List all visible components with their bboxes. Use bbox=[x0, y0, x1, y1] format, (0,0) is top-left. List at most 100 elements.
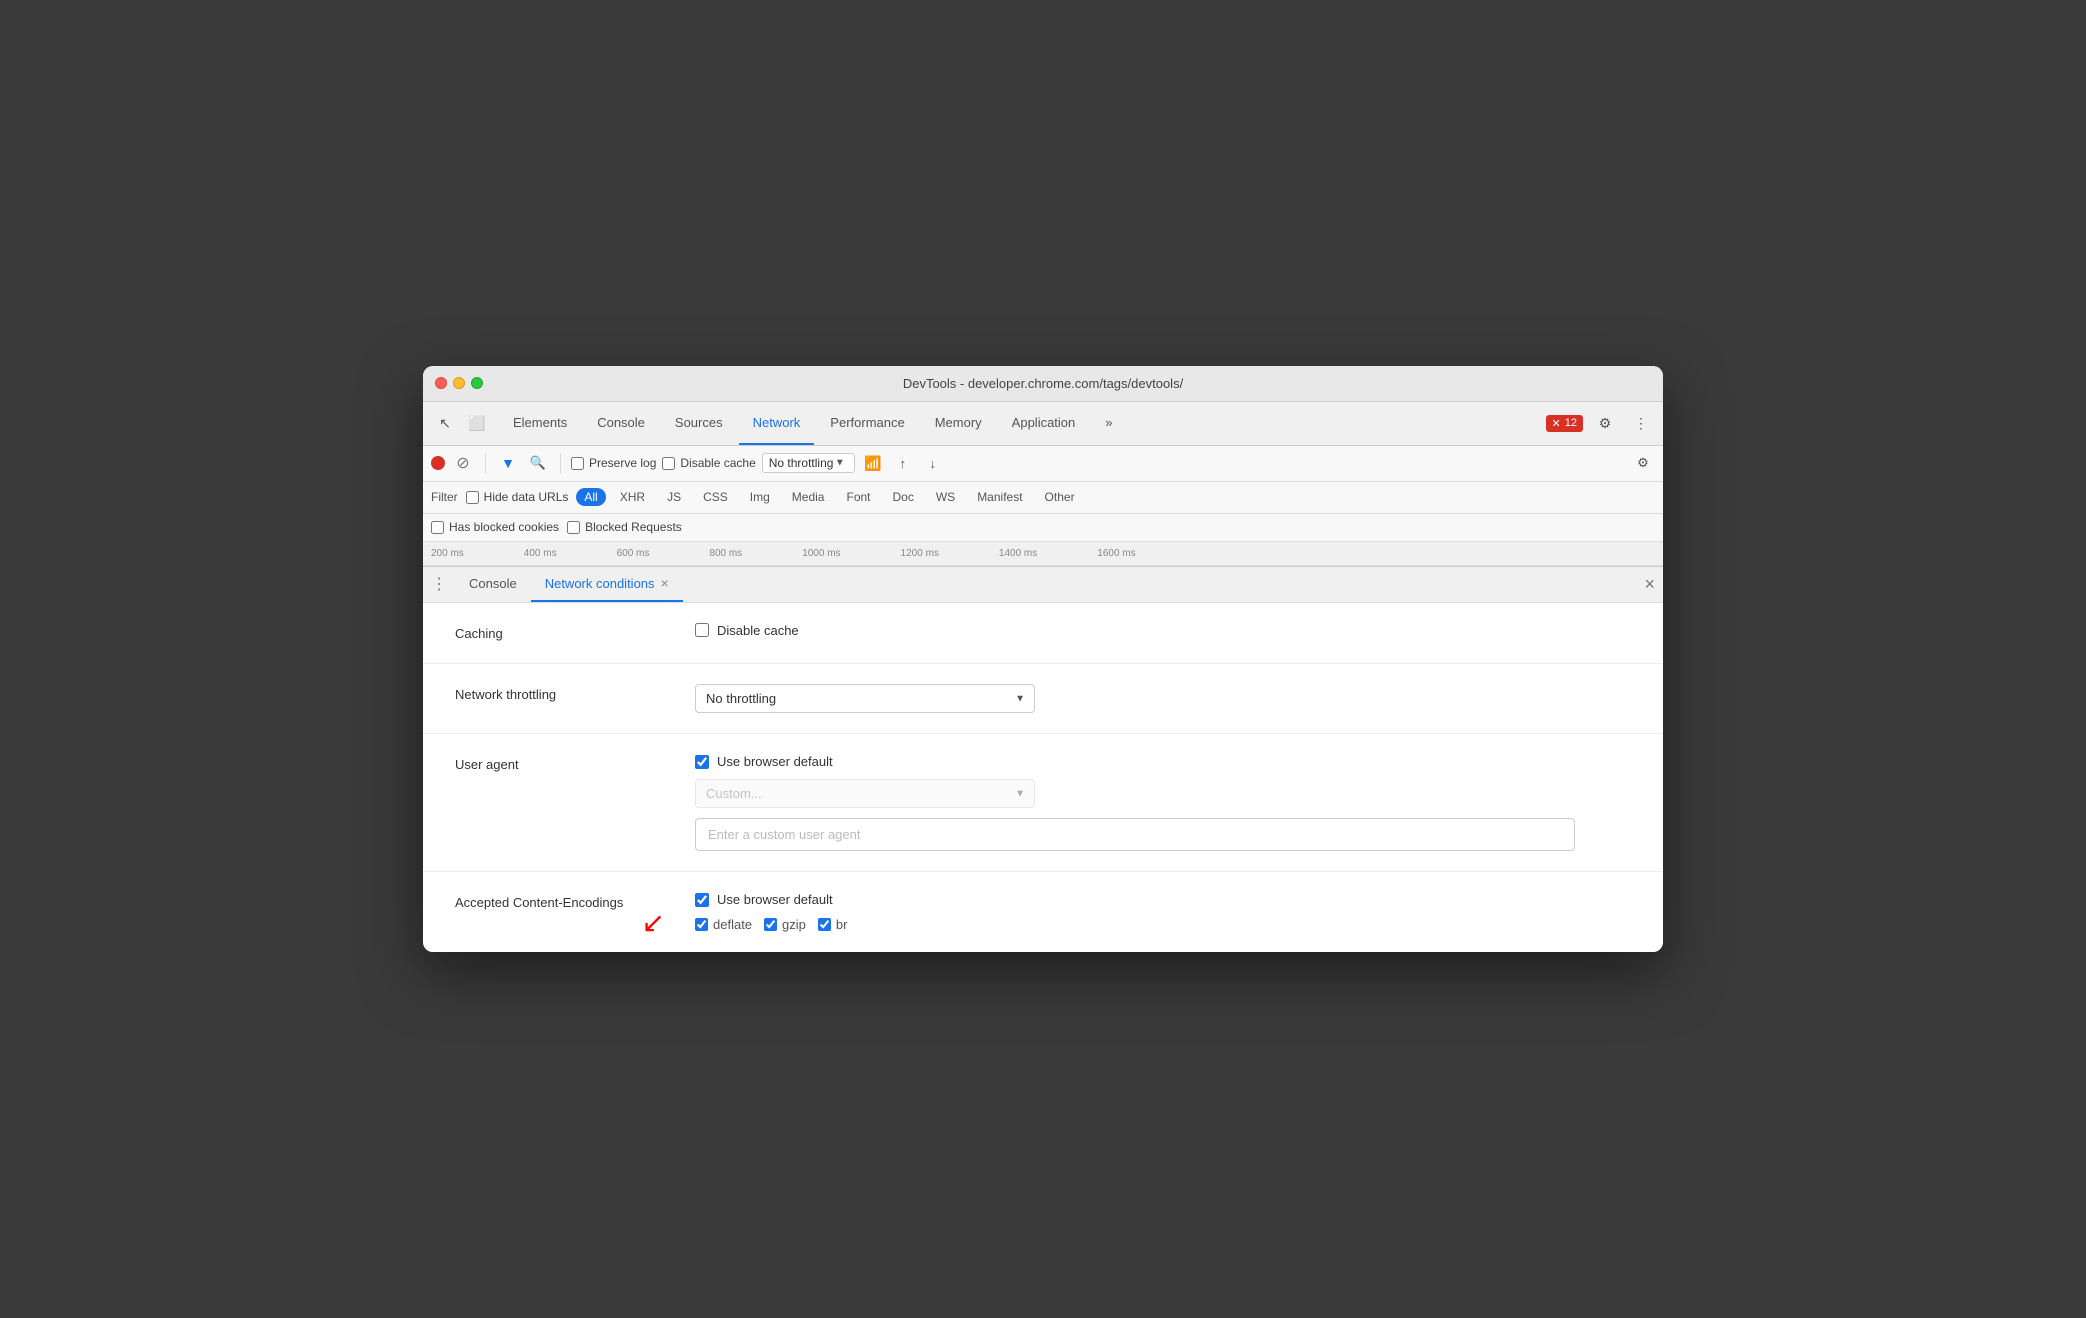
filter-tag-media[interactable]: Media bbox=[784, 488, 833, 506]
annotation-arrow-2: ↙ bbox=[642, 903, 665, 942]
encodings-browser-default-checkbox[interactable] bbox=[695, 893, 709, 907]
filter-checkbox-bar: Has blocked cookies Blocked Requests bbox=[423, 514, 1663, 542]
network-throttling-control: No throttling Fast 3G Slow 3G Offline Ad… bbox=[695, 684, 1631, 713]
error-badge[interactable]: ✕ 12 bbox=[1546, 415, 1583, 432]
custom-ua-input[interactable] bbox=[695, 818, 1575, 851]
panel-tab-network-conditions[interactable]: Network conditions × bbox=[531, 567, 683, 602]
gzip-checkbox[interactable] bbox=[764, 918, 777, 931]
filter-tag-xhr[interactable]: XHR bbox=[612, 488, 653, 506]
toolbar-right: ⚙ bbox=[1631, 451, 1655, 475]
devtools-icon-group: ↖ ⬜ bbox=[431, 409, 491, 437]
stop-icon[interactable]: ⊘ bbox=[451, 451, 475, 475]
deflate-text: deflate bbox=[713, 917, 752, 932]
maximize-button[interactable] bbox=[471, 377, 483, 389]
panel-tab-console[interactable]: Console bbox=[455, 567, 531, 602]
use-browser-default-label[interactable]: Use browser default bbox=[695, 754, 1631, 769]
blocked-requests-checkbox[interactable] bbox=[567, 521, 580, 534]
wifi-icon[interactable]: 📶 bbox=[861, 451, 885, 475]
filter-tag-img[interactable]: Img bbox=[742, 488, 778, 506]
preserve-log-text: Preserve log bbox=[589, 456, 656, 470]
blocked-requests-label[interactable]: Blocked Requests bbox=[567, 520, 682, 534]
user-agent-label: User agent bbox=[455, 754, 655, 774]
tab-elements[interactable]: Elements bbox=[499, 402, 581, 445]
tab-more[interactable]: » bbox=[1091, 402, 1126, 445]
filter-tag-css[interactable]: CSS bbox=[695, 488, 736, 506]
preserve-log-label[interactable]: Preserve log bbox=[571, 456, 656, 470]
title-bar: DevTools - developer.chrome.com/tags/dev… bbox=[423, 366, 1663, 402]
window-title: DevTools - developer.chrome.com/tags/dev… bbox=[903, 376, 1183, 391]
filter-tag-manifest[interactable]: Manifest bbox=[969, 488, 1030, 506]
minimize-button[interactable] bbox=[453, 377, 465, 389]
caching-label: Caching bbox=[455, 623, 655, 643]
use-browser-default-checkbox[interactable] bbox=[695, 755, 709, 769]
tab-network[interactable]: Network bbox=[739, 402, 815, 445]
network-conditions-content: Caching Disable cache Network throttling… bbox=[423, 603, 1663, 952]
disable-cache-checkbox[interactable] bbox=[662, 457, 675, 470]
deflate-checkbox[interactable] bbox=[695, 918, 708, 931]
tab-memory[interactable]: Memory bbox=[921, 402, 996, 445]
download-icon[interactable]: ↓ bbox=[921, 451, 945, 475]
panel-tab-bar: ⋮ Console Network conditions × × bbox=[423, 567, 1663, 603]
hide-data-urls-checkbox[interactable] bbox=[466, 491, 479, 504]
search-icon[interactable]: 🔍 bbox=[526, 451, 550, 475]
user-agent-control: Use browser default Custom... bbox=[695, 754, 1631, 851]
upload-icon[interactable]: ↑ bbox=[891, 451, 915, 475]
accepted-encodings-label: Accepted Content-Encodings ↙ bbox=[455, 892, 655, 912]
panel-close-button[interactable]: × bbox=[1644, 574, 1655, 595]
close-button[interactable] bbox=[435, 377, 447, 389]
encodings-browser-default-text: Use browser default bbox=[717, 892, 833, 907]
br-label[interactable]: br bbox=[818, 917, 848, 932]
use-browser-default-text: Use browser default bbox=[717, 754, 833, 769]
timeline-marker-2: 400 ms bbox=[524, 548, 557, 559]
timeline-bar: 200 ms 400 ms 600 ms 800 ms 1000 ms 1200… bbox=[423, 542, 1663, 566]
disable-cache-checkbox-label[interactable]: Disable cache bbox=[695, 623, 1631, 638]
throttling-dropdown[interactable]: No throttling Fast 3G Slow 3G Offline Ad… bbox=[695, 684, 1035, 713]
throttling-select[interactable]: No throttling Fast 3G Slow 3G Offline bbox=[762, 453, 855, 473]
filter-tag-doc[interactable]: Doc bbox=[885, 488, 922, 506]
filter-tag-ws[interactable]: WS bbox=[928, 488, 963, 506]
tab-sources[interactable]: Sources bbox=[661, 402, 737, 445]
filter-label: Filter bbox=[431, 490, 458, 504]
blocked-cookies-checkbox[interactable] bbox=[431, 521, 444, 534]
settings-icon[interactable]: ⚙ bbox=[1591, 409, 1619, 437]
panel-drag-handle[interactable]: ⋮ bbox=[431, 574, 447, 594]
network-throttling-label: Network throttling bbox=[455, 684, 655, 704]
settings-gear-icon[interactable]: ⚙ bbox=[1631, 451, 1655, 475]
gzip-label[interactable]: gzip bbox=[764, 917, 806, 932]
user-agent-row: User agent Use browser default Custom... bbox=[423, 734, 1663, 872]
devtools-window: DevTools - developer.chrome.com/tags/dev… bbox=[423, 366, 1663, 952]
filter-tag-other[interactable]: Other bbox=[1037, 488, 1083, 506]
preserve-log-checkbox[interactable] bbox=[571, 457, 584, 470]
filter-tag-all[interactable]: All bbox=[576, 488, 605, 506]
custom-ua-dropdown: Custom... bbox=[695, 779, 1035, 808]
network-throttling-row: Network throttling No throttling Fast 3G… bbox=[423, 664, 1663, 734]
encodings-list: deflate gzip br bbox=[695, 917, 1631, 932]
encodings-browser-default-label[interactable]: Use browser default bbox=[695, 892, 1631, 907]
tab-console[interactable]: Console bbox=[583, 402, 659, 445]
caching-row: Caching Disable cache bbox=[423, 603, 1663, 664]
filter-tag-js[interactable]: JS bbox=[659, 488, 689, 506]
caching-disable-cache-checkbox[interactable] bbox=[695, 623, 709, 637]
disable-cache-label[interactable]: Disable cache bbox=[662, 456, 755, 470]
deflate-label[interactable]: deflate bbox=[695, 917, 752, 932]
device-icon[interactable]: ⬜ bbox=[463, 409, 491, 437]
br-text: br bbox=[836, 917, 848, 932]
panel-tab-nc-label: Network conditions bbox=[545, 576, 655, 591]
cursor-icon[interactable]: ↖ bbox=[431, 409, 459, 437]
panel-tab-close-icon[interactable]: × bbox=[661, 575, 669, 591]
br-checkbox[interactable] bbox=[818, 918, 831, 931]
more-options-icon[interactable]: ⋮ bbox=[1627, 409, 1655, 437]
blocked-cookies-label[interactable]: Has blocked cookies bbox=[431, 520, 559, 534]
filter-icon[interactable]: ▼ bbox=[496, 451, 520, 475]
tab-performance[interactable]: Performance bbox=[816, 402, 918, 445]
timeline-marker-3: 600 ms bbox=[617, 548, 650, 559]
record-button[interactable] bbox=[431, 456, 445, 470]
error-icon: ✕ bbox=[1552, 417, 1561, 430]
tab-application[interactable]: Application bbox=[998, 402, 1090, 445]
filter-bar: Filter Hide data URLs All XHR JS CSS Img… bbox=[423, 482, 1663, 514]
filter-tag-font[interactable]: Font bbox=[838, 488, 878, 506]
devtools-tab-bar: ↖ ⬜ Elements Console Sources Network Per… bbox=[423, 402, 1663, 446]
hide-data-urls-label[interactable]: Hide data URLs bbox=[466, 490, 569, 504]
timeline-marker-4: 800 ms bbox=[709, 548, 742, 559]
throttling-dropdown-wrapper: No throttling Fast 3G Slow 3G Offline Ad… bbox=[695, 684, 1035, 713]
